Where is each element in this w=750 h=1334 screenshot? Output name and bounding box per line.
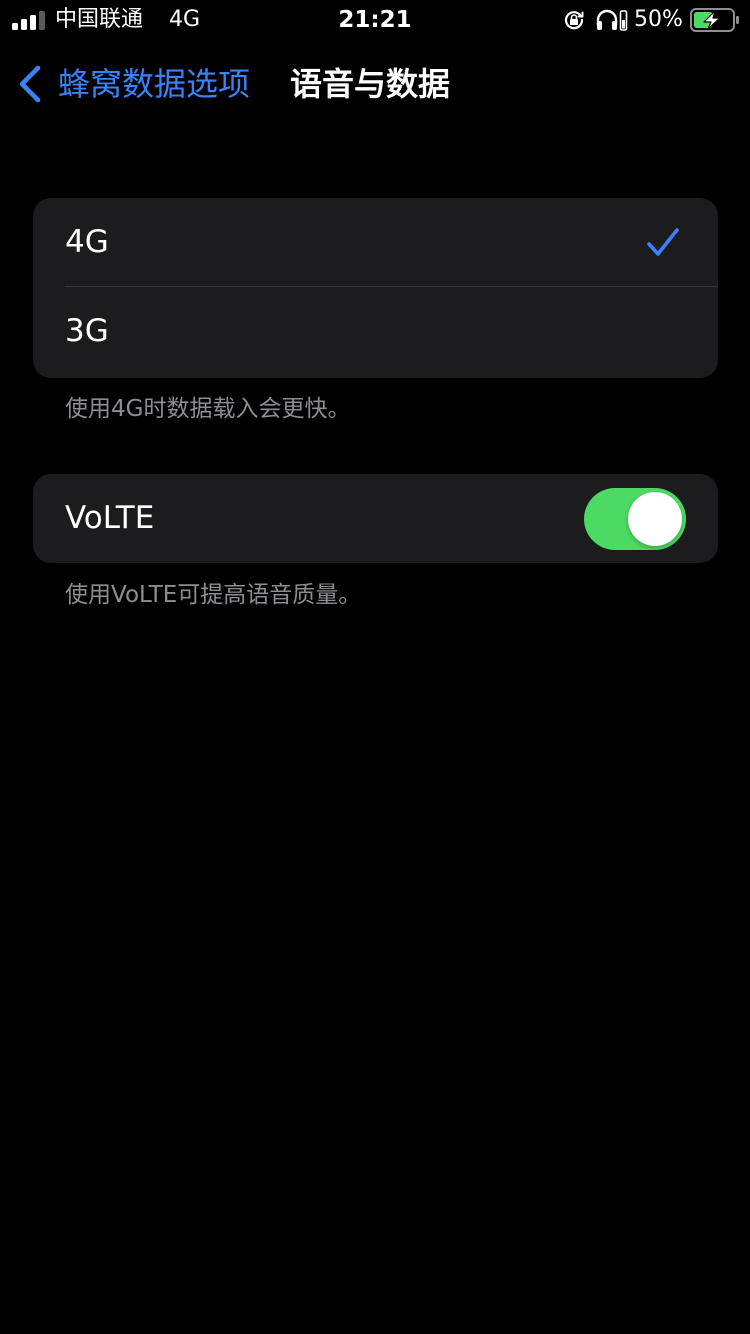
network-footer-note: 使用4G时数据载入会更快。 — [65, 396, 351, 422]
battery-charging-icon — [690, 8, 739, 32]
back-button-label: 蜂窝数据选项 — [58, 65, 251, 103]
checkmark-icon — [647, 228, 679, 256]
network-options-group: 4G 3G — [33, 198, 718, 378]
volte-row: VoLTE — [33, 474, 718, 563]
back-button[interactable]: 蜂窝数据选项 — [16, 52, 276, 116]
toggle-knob — [628, 492, 682, 546]
battery-percentage: 50% — [634, 7, 683, 32]
headphones-icon — [596, 9, 628, 31]
option-row-3g[interactable]: 3G — [33, 287, 718, 376]
option-label: 4G — [65, 224, 109, 260]
page-title: 语音与数据 — [290, 65, 451, 103]
orientation-lock-icon — [564, 11, 584, 30]
navigation-bar: 蜂窝数据选项 语音与数据 — [0, 52, 750, 116]
option-label: 3G — [65, 313, 109, 349]
chevron-left-icon — [19, 65, 41, 103]
status-bar: 中国联通 4G 21:21 50% — [0, 0, 750, 40]
volte-label: VoLTE — [65, 500, 155, 536]
volte-footer-note: 使用VoLTE可提高语音质量。 — [65, 582, 362, 608]
option-row-4g[interactable]: 4G — [33, 198, 718, 287]
volte-toggle[interactable] — [584, 488, 686, 550]
volte-group: VoLTE — [33, 474, 718, 563]
